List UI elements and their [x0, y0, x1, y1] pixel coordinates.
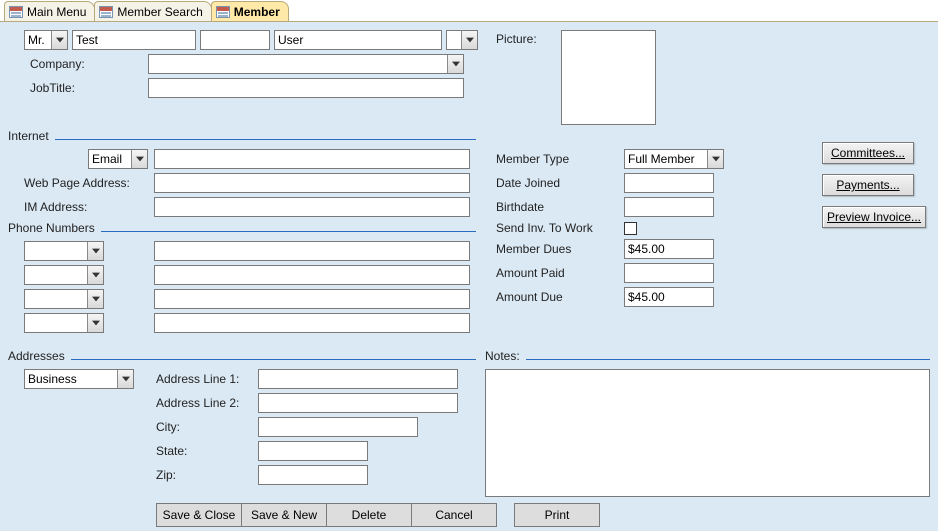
jobtitle-input[interactable]: [148, 78, 464, 98]
form-action-bar: Save & Close Save & New Delete Cancel Pr…: [156, 503, 930, 527]
last-name-input[interactable]: [274, 30, 442, 50]
addr2-input[interactable]: [258, 393, 458, 413]
city-input[interactable]: [258, 417, 418, 437]
tab-bar: Main Menu Member Search Member: [0, 0, 938, 22]
phone1-type-combo[interactable]: [24, 241, 104, 261]
first-name-input[interactable]: [72, 30, 196, 50]
address-type-input[interactable]: [25, 370, 117, 388]
phone4-type-combo[interactable]: [24, 313, 104, 333]
im-label: IM Address:: [24, 200, 154, 214]
phones-section-label: Phone Numbers: [8, 221, 101, 235]
picture-label: Picture:: [496, 30, 537, 125]
suffix-input[interactable]: [447, 31, 461, 49]
notes-label: Notes:: [485, 349, 526, 363]
addr2-label: Address Line 2:: [156, 396, 252, 410]
tab-member-search[interactable]: Member Search: [94, 1, 211, 21]
sendinv-checkbox[interactable]: [624, 222, 637, 235]
chevron-down-icon[interactable]: [117, 370, 133, 388]
phone1-input[interactable]: [154, 241, 470, 261]
picture-box[interactable]: [561, 30, 656, 125]
phone2-type-combo[interactable]: [24, 265, 104, 285]
chevron-down-icon[interactable]: [87, 290, 103, 308]
phone2-input[interactable]: [154, 265, 470, 285]
section-divider: [526, 359, 930, 360]
section-divider: [71, 359, 476, 360]
date-joined-input[interactable]: [624, 173, 714, 193]
company-label: Company:: [24, 57, 148, 71]
member-dues-label: Member Dues: [496, 242, 624, 256]
section-divider: [55, 139, 476, 140]
committees-button[interactable]: Committees...: [822, 142, 914, 164]
member-type-label: Member Type: [496, 152, 624, 166]
amount-paid-label: Amount Paid: [496, 266, 624, 280]
internet-section-label: Internet: [8, 129, 55, 143]
email-input[interactable]: [154, 149, 470, 169]
form-icon: [216, 6, 230, 18]
save-new-button[interactable]: Save & New: [241, 503, 327, 527]
birthdate-input[interactable]: [624, 197, 714, 217]
tab-member[interactable]: Member: [211, 1, 289, 21]
birthdate-label: Birthdate: [496, 200, 624, 214]
addr1-input[interactable]: [258, 369, 458, 389]
amount-paid-input[interactable]: [624, 263, 714, 283]
email-type-input[interactable]: [89, 150, 131, 168]
email-type-combo[interactable]: [88, 149, 148, 169]
chevron-down-icon[interactable]: [51, 31, 67, 49]
date-joined-label: Date Joined: [496, 176, 624, 190]
side-buttons: Committees... Payments... Preview Invoic…: [822, 142, 926, 228]
member-dues-input[interactable]: [624, 239, 714, 259]
notes-textarea[interactable]: [485, 369, 930, 497]
chevron-down-icon[interactable]: [87, 242, 103, 260]
chevron-down-icon[interactable]: [461, 31, 477, 49]
middle-name-input[interactable]: [200, 30, 270, 50]
title-input[interactable]: [25, 31, 51, 49]
sendinv-label: Send Inv. To Work: [496, 221, 624, 235]
amount-due-label: Amount Due: [496, 290, 624, 304]
webpage-input[interactable]: [154, 173, 470, 193]
member-type-combo[interactable]: [624, 149, 724, 169]
chevron-down-icon[interactable]: [447, 55, 463, 73]
state-input[interactable]: [258, 441, 368, 461]
chevron-down-icon[interactable]: [87, 266, 103, 284]
zip-input[interactable]: [258, 465, 368, 485]
chevron-down-icon[interactable]: [707, 150, 723, 168]
phone3-input[interactable]: [154, 289, 470, 309]
tab-label: Member Search: [117, 5, 202, 19]
im-input[interactable]: [154, 197, 470, 217]
zip-label: Zip:: [156, 468, 252, 482]
chevron-down-icon[interactable]: [87, 314, 103, 332]
amount-due-input[interactable]: [624, 287, 714, 307]
city-label: City:: [156, 420, 252, 434]
phone3-type-combo[interactable]: [24, 289, 104, 309]
title-combo[interactable]: [24, 30, 68, 50]
form-icon: [99, 6, 113, 18]
section-divider: [101, 231, 476, 232]
suffix-combo[interactable]: [446, 30, 478, 50]
chevron-down-icon[interactable]: [131, 150, 147, 168]
tab-label: Main Menu: [27, 5, 86, 19]
delete-button[interactable]: Delete: [326, 503, 412, 527]
addresses-section-label: Addresses: [8, 349, 71, 363]
webpage-label: Web Page Address:: [24, 176, 154, 190]
company-combo[interactable]: [148, 54, 464, 74]
payments-button[interactable]: Payments...: [822, 174, 914, 196]
cancel-button[interactable]: Cancel: [411, 503, 497, 527]
member-type-input[interactable]: [625, 150, 707, 168]
addr1-label: Address Line 1:: [156, 372, 252, 386]
preview-invoice-button[interactable]: Preview Invoice...: [822, 206, 926, 228]
save-close-button[interactable]: Save & Close: [156, 503, 242, 527]
member-form: Company: JobTitle: Picture: Internet: [0, 22, 938, 531]
state-label: State:: [156, 444, 252, 458]
phone4-input[interactable]: [154, 313, 470, 333]
print-button[interactable]: Print: [514, 503, 600, 527]
jobtitle-label: JobTitle:: [24, 81, 148, 95]
company-input[interactable]: [149, 55, 447, 73]
form-icon: [9, 6, 23, 18]
tab-main-menu[interactable]: Main Menu: [4, 1, 95, 21]
tab-label: Member: [234, 5, 280, 19]
address-type-combo[interactable]: [24, 369, 134, 389]
